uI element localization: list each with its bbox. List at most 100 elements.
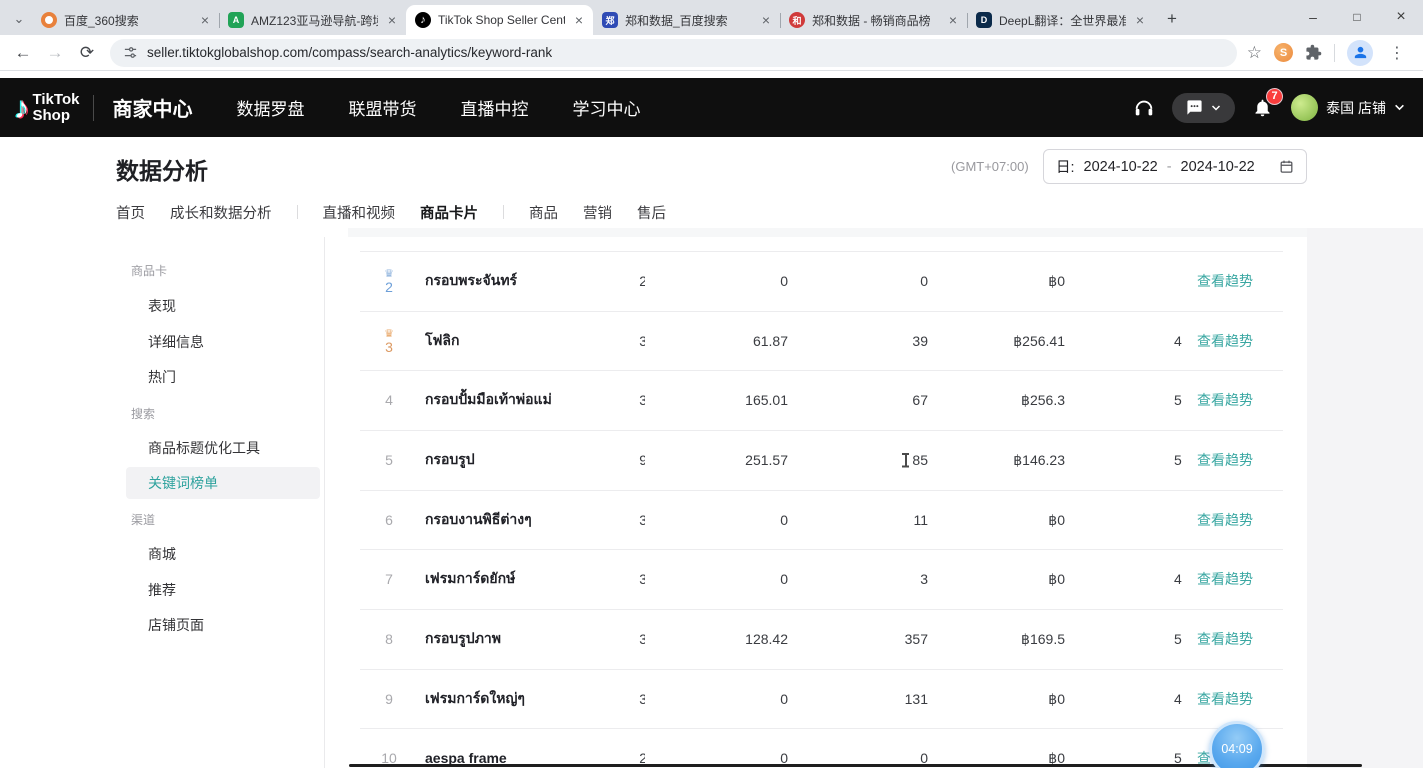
tab-marketing[interactable]: 营销 [583,202,612,223]
browser-tabstrip: ⌄ 百度_360搜索 × A AMZ123亚马逊导航-跨境 × ♪ TikTok… [0,0,1423,35]
sidebar-item-hot[interactable]: 热门 [148,367,176,387]
right-gray-panel [1307,228,1423,768]
browser-tab-deepl[interactable]: D DeepL翻译：全世界最准确 × [967,5,1154,35]
browser-tab-zhenghe-rank[interactable]: 和 郑和数据 - 畅销商品榜 × [780,5,967,35]
tab-home[interactable]: 首页 [116,202,145,223]
browser-tab-amz123[interactable]: A AMZ123亚马逊导航-跨境 × [219,5,406,35]
tab-list-chevron-icon[interactable]: ⌄ [6,4,32,34]
bookmark-star-icon[interactable]: ☆ [1247,43,1262,63]
window-minimize-button[interactable]: – [1291,0,1335,34]
sidebar-item-details[interactable]: 详细信息 [148,332,204,352]
s-extension-icon[interactable]: S [1274,43,1293,62]
analytics-tabs: 首页 成长和数据分析 直播和视频 商品卡片 商品 营销 售后 [116,197,666,227]
extensions-puzzle-icon[interactable] [1305,44,1322,61]
browser-tab-baidu360[interactable]: 百度_360搜索 × [32,5,219,35]
row-divider [360,669,1283,670]
metric-cell: 357 [800,609,928,669]
sidebar-section-product-card: 商品卡 [131,262,167,279]
view-trend-link[interactable]: 查看趋势 [1197,370,1283,430]
floating-timer-bubble[interactable]: 04:09 [1209,721,1265,768]
browser-menu-icon[interactable]: ⋮ [1385,43,1409,63]
row-divider [360,609,1283,610]
sidebar-item-title-optimizer[interactable]: 商品标题优化工具 [148,438,260,458]
headset-icon[interactable] [1133,97,1155,119]
view-trend-link[interactable]: 查看趋势 [1197,251,1283,311]
table-row: 7 เฟรมการ์ดยักษ์ 3 0 3 ฿0 4 查看趋势 [360,549,1283,609]
rank-value: 9 [385,692,393,706]
sidebar-item-shop-page[interactable]: 店铺页面 [148,615,204,635]
address-bar[interactable]: seller.tiktokglobalshop.com/compass/sear… [110,39,1237,67]
sidebar-item-recommend[interactable]: 推荐 [148,580,176,600]
view-trend-link[interactable]: 查看趋势 [1197,609,1283,669]
nav-data-compass[interactable]: 数据罗盘 [236,95,304,120]
timezone-label: (GMT+07:00) [951,159,1029,174]
frozen-column-gap [1184,237,1197,768]
tiktok-shop-logo[interactable]: ♪ TikTok Shop [14,92,79,124]
view-trend-link[interactable]: 查看趋势 [1197,669,1283,729]
tab-product-card[interactable]: 商品卡片 [420,202,478,223]
horizontal-scrollbar[interactable] [349,764,1362,767]
new-tab-button[interactable]: + [1158,5,1186,33]
shop-selector[interactable]: 泰国 店铺 [1291,94,1405,121]
back-icon[interactable]: ← [8,38,38,68]
nav-seller-center[interactable]: 商家中心 [112,93,192,122]
view-trend-link[interactable]: 查看趋势 [1197,549,1283,609]
gmv-cell: ฿256.41 [938,311,1065,371]
rank-value: 7 [385,572,393,586]
view-trend-link[interactable]: 查看趋势 [1197,430,1283,490]
reload-icon[interactable]: ⟳ [72,38,102,68]
row-divider [360,370,1283,371]
tab-title: 郑和数据 - 畅销商品榜 [812,12,939,29]
tab-growth-analytics[interactable]: 成长和数据分析 [170,202,272,223]
site-settings-icon[interactable] [123,45,138,60]
tab-close-icon[interactable]: × [198,12,212,28]
app-header: ♪ TikTok Shop 商家中心 数据罗盘 联盟带货 直播中控 学习中心 [0,78,1423,137]
sidebar-border [324,237,325,768]
tab-divider [297,205,298,219]
browser-toolbar: ← → ⟳ seller.tiktokglobalshop.com/compas… [0,35,1423,71]
rank-cell: 6 [366,490,412,550]
rank-value: 2 [385,280,393,294]
tab-close-icon[interactable]: × [759,12,773,28]
notifications-button[interactable]: 7 [1252,96,1274,120]
table-row: 10 aespa frame 2 0 0 ฿0 5 查看趋势 [360,728,1283,768]
view-trend-link[interactable]: 查看趋势 [1197,311,1283,371]
sidebar-item-mall[interactable]: 商城 [148,544,176,564]
date-start-value[interactable]: 2024-10-22 [1084,159,1158,175]
table-row: 6 กรอบงานพิธีต่างๆ 3 0 11 ฿0 查看趋势 [360,490,1283,550]
sidebar-item-performance[interactable]: 表现 [148,296,176,316]
sidebar-item-label: 关键词榜单 [148,473,218,493]
window-maximize-button[interactable]: □ [1335,0,1379,34]
tab-product[interactable]: 商品 [529,202,558,223]
nav-affiliate[interactable]: 联盟带货 [348,95,416,120]
row-divider [360,728,1283,729]
tab-close-icon[interactable]: × [385,12,399,28]
browser-profile-avatar[interactable] [1347,40,1373,66]
text-cursor-icon [901,452,910,468]
metric-cell: 0 [660,251,788,311]
nav-live-control[interactable]: 直播中控 [460,95,528,120]
tab-aftersale[interactable]: 售后 [637,202,666,223]
table-row: 4 กรอบปั้มมือเท้าพ่อแม่ 3 165.01 67 ฿256… [360,370,1283,430]
timer-value: 04:09 [1221,742,1252,756]
tab-close-icon[interactable]: × [946,12,960,28]
messages-button[interactable] [1172,93,1235,123]
header-nav: 商家中心 数据罗盘 联盟带货 直播中控 学习中心 [112,93,640,122]
browser-tab-zhenghe-baidu[interactable]: 郑 郑和数据_百度搜索 × [593,5,780,35]
notification-badge: 7 [1266,88,1283,105]
tab-live-video[interactable]: 直播和视频 [323,202,396,223]
window-close-button[interactable]: × [1379,0,1423,34]
date-range-picker[interactable]: 日: 2024-10-22 - 2024-10-22 [1043,149,1307,184]
tab-close-icon[interactable]: × [1133,12,1147,28]
date-end-value[interactable]: 2024-10-22 [1181,159,1255,175]
calendar-icon[interactable] [1279,159,1294,174]
browser-tab-tiktok-seller[interactable]: ♪ TikTok Shop Seller Cente × [406,5,593,35]
forward-icon[interactable]: → [40,38,70,68]
view-trend-link[interactable]: 查看趋势 [1197,490,1283,550]
clipped-value-left: 3 [570,311,647,371]
nav-learning-center[interactable]: 学习中心 [572,95,640,120]
tab-title: 百度_360搜索 [64,12,191,29]
sidebar-item-keyword-rank[interactable]: 关键词榜单 [126,467,320,499]
tab-close-icon[interactable]: × [572,12,586,28]
rank-value: 4 [385,393,393,407]
